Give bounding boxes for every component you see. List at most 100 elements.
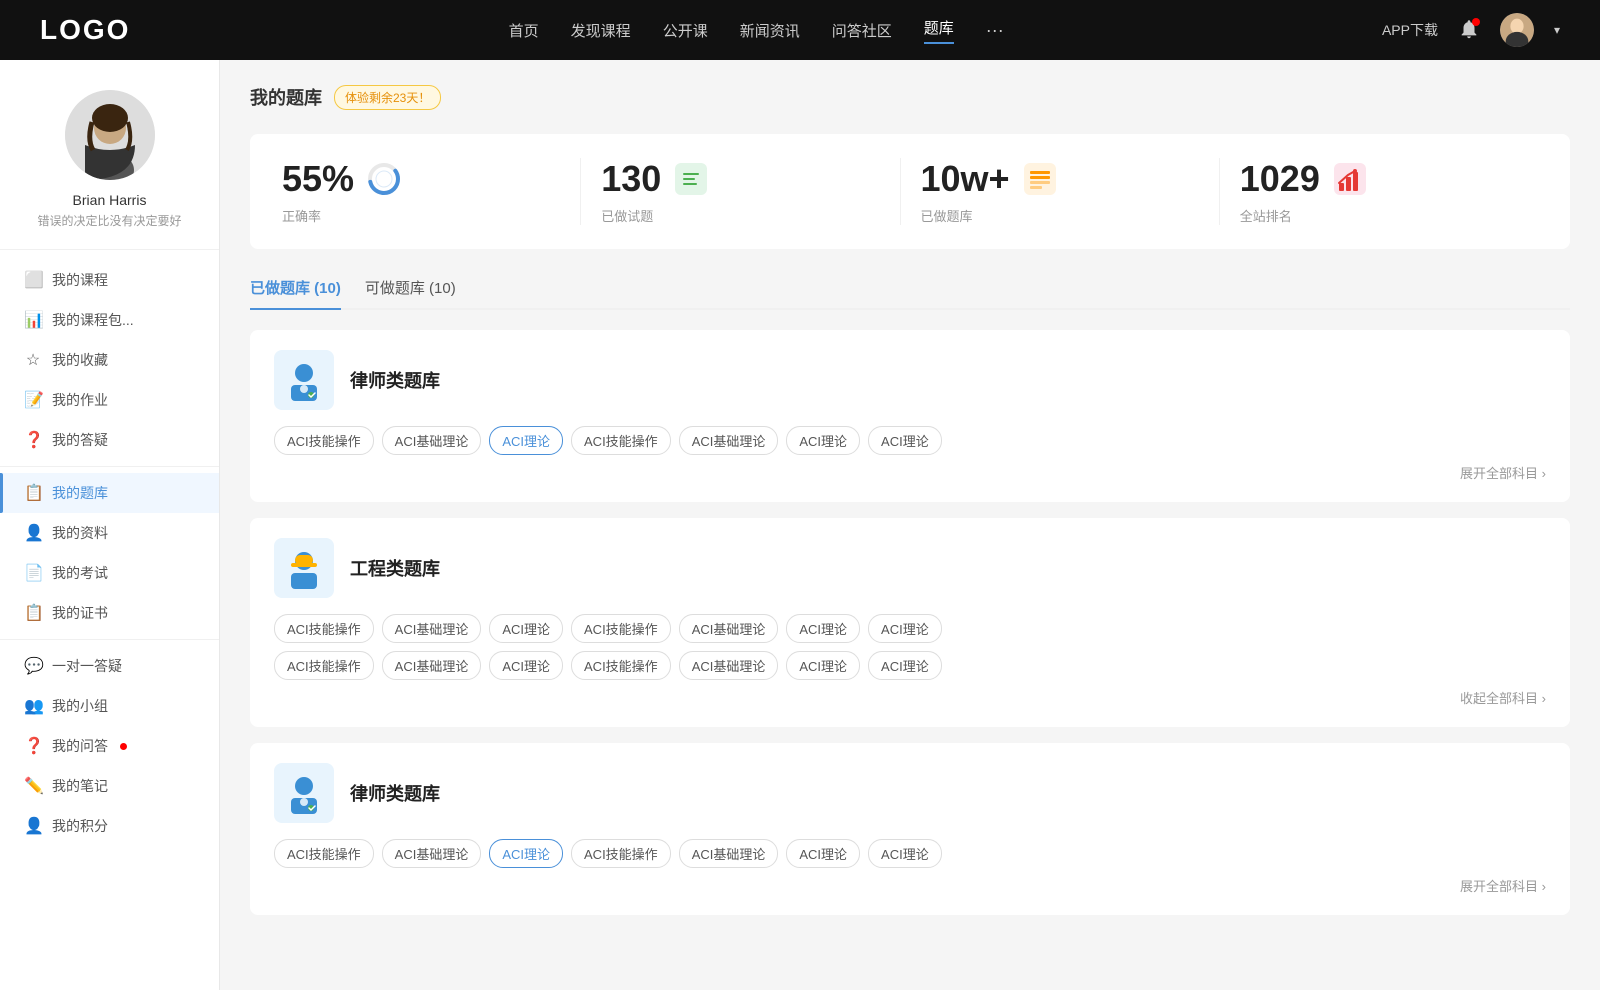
tab-done-banks[interactable]: 已做题库 (10)	[250, 269, 341, 308]
expand-link-3[interactable]: 展开全部科目 ›	[1460, 876, 1546, 895]
expand-link-1[interactable]: 展开全部科目 ›	[1460, 463, 1546, 482]
qbank-tags-2-row1: ACI技能操作 ACI基础理论 ACI理论 ACI技能操作 ACI基础理论 AC…	[274, 614, 1546, 643]
sidebar-item-coursepackage[interactable]: 📊 我的课程包...	[0, 300, 219, 340]
tag[interactable]: ACI理论	[786, 614, 860, 643]
tag[interactable]: ACI理论	[786, 426, 860, 455]
tag[interactable]: ACI技能操作	[274, 651, 374, 680]
main-content: 我的题库 体验剩余23天！ 55% 正确率	[220, 60, 1600, 990]
sidebar-profile: Brian Harris 错误的决定比没有决定要好	[0, 90, 219, 250]
stats-card: 55% 正确率 130	[250, 134, 1570, 249]
nav-opencourse[interactable]: 公开课	[663, 20, 708, 41]
tag[interactable]: ACI基础理论	[679, 614, 779, 643]
sidebar-item-favorites[interactable]: ☆ 我的收藏	[0, 340, 219, 380]
user-avatar[interactable]	[1500, 13, 1534, 47]
done-banks-value: 10w+	[921, 158, 1010, 200]
stat-done-questions: 130 已做试题	[581, 158, 900, 225]
tag[interactable]: ACI基础理论	[679, 426, 779, 455]
tag[interactable]: ACI理论	[489, 614, 563, 643]
1on1-icon: 💬	[24, 656, 42, 676]
logo[interactable]: LOGO	[40, 14, 130, 46]
questionbank-list: 律师类题库 ACI技能操作 ACI基础理论 ACI理论 ACI技能操作 ACI基…	[250, 330, 1570, 931]
site-rank-value: 1029	[1240, 158, 1320, 200]
page-title: 我的题库	[250, 84, 322, 110]
tag[interactable]: ACI技能操作	[571, 614, 671, 643]
qbank-title-2: 工程类题库	[350, 555, 440, 581]
stat-accuracy: 55% 正确率	[282, 158, 581, 225]
qa-notification-dot	[120, 743, 127, 750]
sidebar-item-mygroup[interactable]: 👥 我的小组	[0, 686, 219, 726]
sidebar-item-notes[interactable]: ✏️ 我的笔记	[0, 766, 219, 806]
certificate-icon: 📋	[24, 603, 42, 623]
qbank-tags-2-row2: ACI技能操作 ACI基础理论 ACI理论 ACI技能操作 ACI基础理论 AC…	[274, 651, 1546, 680]
tag[interactable]: ACI理论	[868, 614, 942, 643]
qbank-icon-3	[274, 763, 334, 823]
tag[interactable]: ACI理论	[868, 839, 942, 868]
nav-qa[interactable]: 问答社区	[832, 20, 892, 41]
points-icon: 👤	[24, 816, 42, 836]
page-header: 我的题库 体验剩余23天！	[250, 84, 1570, 110]
notes-icon: ✏️	[24, 776, 42, 796]
tag[interactable]: ACI基础理论	[679, 651, 779, 680]
accuracy-value: 55%	[282, 158, 354, 200]
mygroup-icon: 👥	[24, 696, 42, 716]
tag[interactable]: ACI技能操作	[274, 839, 374, 868]
tab-available-banks[interactable]: 可做题库 (10)	[365, 269, 456, 308]
app-download-btn[interactable]: APP下载	[1382, 20, 1438, 40]
question-bank-tabs: 已做题库 (10) 可做题库 (10)	[250, 269, 1570, 310]
sidebar-item-points[interactable]: 👤 我的积分	[0, 806, 219, 846]
sidebar-divider-1	[0, 466, 219, 467]
qbank-icon-2	[274, 538, 334, 598]
nav-news[interactable]: 新闻资讯	[740, 20, 800, 41]
favorites-icon: ☆	[24, 350, 42, 370]
collapse-link-2[interactable]: 收起全部科目 ›	[1460, 688, 1546, 707]
stat-done-banks: 10w+ 已做题库	[901, 158, 1220, 225]
site-rank-label: 全站排名	[1240, 206, 1292, 225]
tag[interactable]: ACI基础理论	[382, 839, 482, 868]
sidebar-item-questionbank[interactable]: 📋 我的题库	[0, 473, 219, 513]
sidebar-item-myqa[interactable]: ❓ 我的问答	[0, 726, 219, 766]
avatar	[65, 90, 155, 180]
sidebar-item-1on1[interactable]: 💬 一对一答疑	[0, 646, 219, 686]
navbar: LOGO 首页 发现课程 公开课 新闻资讯 问答社区 题库 ··· APP下载 …	[0, 0, 1600, 60]
tag[interactable]: ACI基础理论	[382, 614, 482, 643]
tag[interactable]: ACI理论	[868, 651, 942, 680]
tag[interactable]: ACI基础理论	[679, 839, 779, 868]
sidebar-item-mydata[interactable]: 👤 我的资料	[0, 513, 219, 553]
tag[interactable]: ACI技能操作	[571, 426, 671, 455]
nav-discover[interactable]: 发现课程	[571, 20, 631, 41]
tag[interactable]: ACI技能操作	[274, 614, 374, 643]
qbank-tags-1: ACI技能操作 ACI基础理论 ACI理论 ACI技能操作 ACI基础理论 AC…	[274, 426, 1546, 455]
nav-questionbank[interactable]: 题库	[924, 17, 954, 44]
tag[interactable]: ACI技能操作	[571, 651, 671, 680]
coursepackage-icon: 📊	[24, 310, 42, 330]
sidebar-item-certificate[interactable]: 📋 我的证书	[0, 593, 219, 633]
course-icon: ⬜	[24, 270, 42, 290]
tag-selected[interactable]: ACI理论	[489, 426, 563, 455]
tag[interactable]: ACI技能操作	[571, 839, 671, 868]
sidebar-item-exam[interactable]: 📄 我的考试	[0, 553, 219, 593]
done-banks-icon	[1022, 161, 1058, 197]
nav-more[interactable]: ···	[986, 20, 1004, 41]
tag[interactable]: ACI理论	[489, 651, 563, 680]
qbank-title-1: 律师类题库	[350, 367, 440, 393]
accuracy-label: 正确率	[282, 206, 321, 225]
qbank-tags-3: ACI技能操作 ACI基础理论 ACI理论 ACI技能操作 ACI基础理论 AC…	[274, 839, 1546, 868]
tag[interactable]: ACI技能操作	[274, 426, 374, 455]
notification-dot	[1472, 18, 1480, 26]
sidebar-item-qa[interactable]: ❓ 我的答疑	[0, 420, 219, 460]
sidebar-item-homework[interactable]: 📝 我的作业	[0, 380, 219, 420]
notification-bell[interactable]	[1458, 18, 1480, 43]
done-questions-label: 已做试题	[601, 206, 653, 225]
tag[interactable]: ACI理论	[786, 651, 860, 680]
tag[interactable]: ACI理论	[786, 839, 860, 868]
sidebar-item-mycourse[interactable]: ⬜ 我的课程	[0, 260, 219, 300]
tag[interactable]: ACI基础理论	[382, 426, 482, 455]
stat-site-rank: 1029 全站排名	[1220, 158, 1538, 225]
user-menu-chevron[interactable]: ▾	[1554, 23, 1560, 37]
qbank-card-1: 律师类题库 ACI技能操作 ACI基础理论 ACI理论 ACI技能操作 ACI基…	[250, 330, 1570, 502]
tag[interactable]: ACI理论	[868, 426, 942, 455]
page-wrap: Brian Harris 错误的决定比没有决定要好 ⬜ 我的课程 📊 我的课程包…	[0, 60, 1600, 990]
tag-selected[interactable]: ACI理论	[489, 839, 563, 868]
tag[interactable]: ACI基础理论	[382, 651, 482, 680]
nav-home[interactable]: 首页	[509, 20, 539, 41]
